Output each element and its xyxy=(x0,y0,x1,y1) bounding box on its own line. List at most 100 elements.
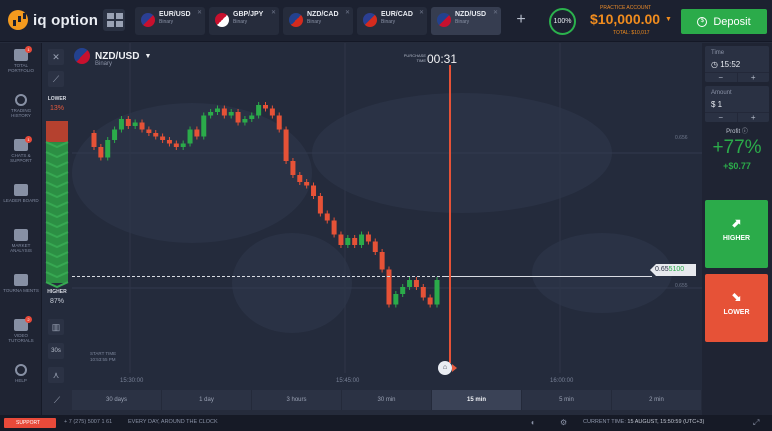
sidebar-item-trading-history[interactable]: TRADING HISTORY xyxy=(0,88,42,128)
timeframe-option[interactable]: 30 min xyxy=(342,390,432,410)
close-icon[interactable]: ✕ xyxy=(345,9,350,16)
candle xyxy=(125,119,131,126)
candle xyxy=(372,241,378,252)
candle xyxy=(434,280,440,305)
candle xyxy=(160,136,166,140)
history-icon xyxy=(15,94,27,106)
footer: SUPPORT + 7 (275) 5007 1 61 EVERY DAY, A… xyxy=(0,415,772,431)
higher-button[interactable]: ⬈ HIGHER xyxy=(705,200,768,268)
chart-settings-icon[interactable]: ⟋ xyxy=(42,390,72,410)
arrow-right-icon xyxy=(452,364,457,372)
sidebar-item-leaderboard[interactable]: LEADER BOARD xyxy=(0,178,42,218)
sidebar-item-label: TRADING HISTORY xyxy=(10,108,32,118)
candle xyxy=(194,129,200,137)
timeframe-option[interactable]: 3 hours xyxy=(252,390,342,410)
candle xyxy=(283,129,289,161)
total-balance: TOTAL: $10,017 xyxy=(613,30,650,36)
asset-tab[interactable]: EUR/CAD Binary ✕ xyxy=(357,7,427,35)
time-plus-button[interactable]: + xyxy=(737,72,769,82)
asset-tab[interactable]: EUR/USD Binary ✕ xyxy=(135,7,205,35)
asset-tab[interactable]: NZD/USD Binary ✕ xyxy=(431,7,501,35)
candle xyxy=(242,119,248,123)
deposit-button[interactable]: $ Deposit xyxy=(681,9,767,34)
candle xyxy=(249,115,255,119)
expiration-marker-icon[interactable]: ⌂ xyxy=(438,361,452,375)
all-assets-grid-icon[interactable] xyxy=(103,9,125,31)
chart-canvas[interactable] xyxy=(42,43,702,390)
amount-selector[interactable]: Amount $ 1 − + xyxy=(705,86,769,122)
candle xyxy=(153,133,159,137)
sidebar-item-label: LEADER BOARD xyxy=(3,198,39,203)
info-icon[interactable]: ⓘ xyxy=(742,129,748,135)
time-selector[interactable]: Time ◷ 15:52 − + xyxy=(705,46,769,82)
current-time-label: CURRENT TIME: xyxy=(583,419,626,425)
lower-sentiment-pct: 13% xyxy=(49,105,64,112)
close-icon[interactable]: ✕ xyxy=(419,9,424,16)
close-icon[interactable]: ✕ xyxy=(271,9,276,16)
gear-icon[interactable]: ⚙ xyxy=(560,418,567,427)
chevron-down-icon[interactable]: ▼ xyxy=(665,16,672,23)
asset-tab-pair: NZD/CAD xyxy=(307,11,339,18)
candle xyxy=(228,112,234,116)
amount-value[interactable]: $ 1 xyxy=(711,100,722,109)
indicators-icon[interactable]: ⋏ xyxy=(48,367,64,383)
current-time: CURRENT TIME: 15 AUGUST, 15:50:59 (UTC+3… xyxy=(583,419,704,425)
close-icon[interactable]: ✕ xyxy=(493,9,498,16)
candle xyxy=(407,280,413,287)
fullscreen-icon[interactable]: ⤢ xyxy=(753,418,759,428)
balance[interactable]: $10,000.00 xyxy=(590,11,660,27)
asset-tab[interactable]: NZD/CAD Binary ✕ xyxy=(283,7,353,35)
candle xyxy=(324,213,330,221)
support-phone[interactable]: + 7 (275) 5007 1 61 xyxy=(64,419,112,425)
candle xyxy=(180,143,186,147)
timeframe-option[interactable]: 2 min xyxy=(612,390,702,410)
time-minus-button[interactable]: − xyxy=(705,72,738,82)
sidebar-item-total-portfolio[interactable]: 1 TOTAL PORTFOLIO xyxy=(0,43,42,83)
candle xyxy=(201,115,207,137)
close-icon[interactable]: ✕ xyxy=(197,9,202,16)
close-icon[interactable]: ✕ xyxy=(48,49,64,65)
sidebar-item-tournaments[interactable]: TOURNA MENTS xyxy=(0,268,42,308)
timeframe-option[interactable]: 1 day xyxy=(162,390,252,410)
asset-tab[interactable]: GBP/JPY Binary ✕ xyxy=(209,7,279,35)
support-button[interactable]: SUPPORT xyxy=(4,418,56,428)
candle xyxy=(221,108,227,116)
clock-icon: ◷ xyxy=(711,60,721,69)
candle xyxy=(420,287,426,298)
timeframe-option[interactable]: 30 days xyxy=(72,390,162,410)
level-label-top: 0.656 xyxy=(675,135,688,141)
amount-label: Amount xyxy=(711,90,732,96)
candle xyxy=(379,252,385,270)
draw-tool-icon[interactable]: ⟋ xyxy=(48,71,64,87)
logo[interactable]: iq option xyxy=(8,10,98,30)
higher-button-label: HIGHER xyxy=(722,235,751,242)
trading-app: iq option EUR/USD Binary ✕ GBP/JPY Binary ✕ NZ… xyxy=(0,0,772,431)
sidebar-item-chats-support[interactable]: 1 CHATS & SUPPORT xyxy=(0,133,42,173)
candle xyxy=(132,122,138,126)
lower-button-label: LOWER xyxy=(723,309,750,316)
trend-down-icon: ⬊ xyxy=(731,290,742,304)
lower-button[interactable]: ⬊ LOWER xyxy=(705,274,768,342)
price-chart[interactable]: ✕ ⟋ NZD/USD ▼ Binary PURCHASE TIME 00:31… xyxy=(42,43,702,390)
notification-badge: 1 xyxy=(25,46,32,53)
chart-type-icon[interactable]: ▥ xyxy=(48,319,64,335)
timeframe-option[interactable]: 15 min xyxy=(432,390,522,410)
amount-minus-button[interactable]: − xyxy=(705,112,738,122)
trophy-icon xyxy=(14,274,28,286)
candle-interval-button[interactable]: 30s xyxy=(48,343,64,359)
progress-circle[interactable]: 100% xyxy=(549,8,576,35)
current-price-tag: 0.655100 xyxy=(650,264,696,276)
candle xyxy=(263,105,268,109)
timer-label: PURCHASE TIME xyxy=(403,53,426,63)
chart-pair-title[interactable]: NZD/USD ▼ Binary xyxy=(74,48,151,67)
timeframe-option[interactable]: 5 min xyxy=(522,390,612,410)
world-map-shape xyxy=(72,103,312,243)
sidebar-item-help[interactable]: HELP xyxy=(0,358,42,398)
speaker-icon[interactable]: ◖ xyxy=(530,418,535,427)
sidebar-item-market-analysis[interactable]: MARKET ANALYSIS xyxy=(0,223,42,263)
sidebar-item-video-tutorials[interactable]: 2 VIDEO TUTORIALS xyxy=(0,313,42,353)
add-asset-plus-icon[interactable]: + xyxy=(510,8,532,32)
candle xyxy=(139,122,145,130)
time-axis-label: 15:45:00 xyxy=(336,378,360,384)
amount-plus-button[interactable]: + xyxy=(737,112,769,122)
